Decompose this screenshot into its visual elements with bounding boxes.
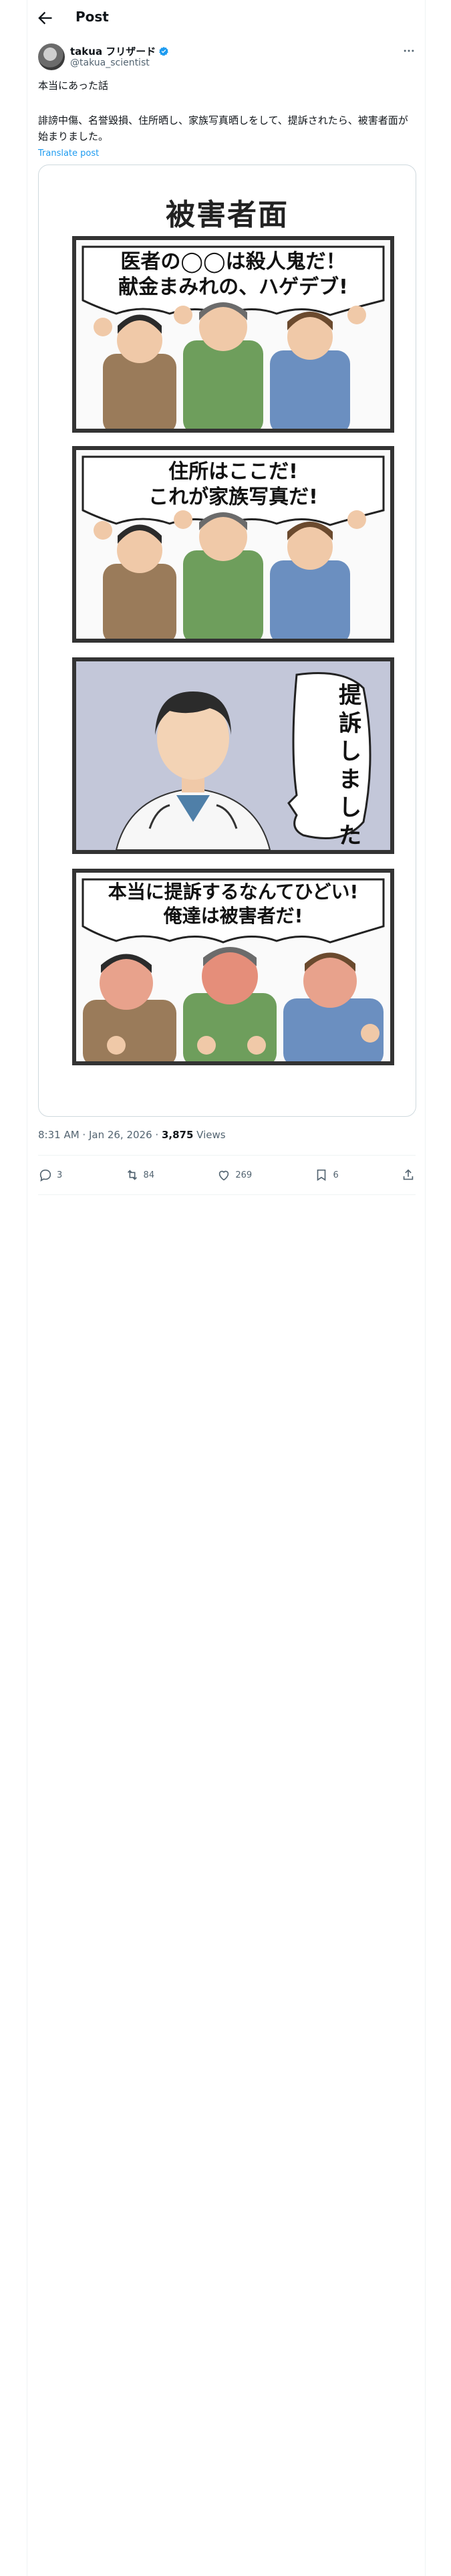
manga-title: 被害者面: [166, 198, 289, 232]
verified-badge-icon: [159, 46, 169, 56]
tweet-text-line1: 本当にあった話: [38, 80, 109, 92]
panel1-speech-line2: 献金まみれの、ハゲデブ!: [118, 276, 348, 299]
tweet-text-line2: 誹謗中傷、名誉毀損、住所晒し、家族写真晒しをして、提訴されたら、被害者面が始まり…: [38, 114, 408, 142]
like-count: 269: [235, 1170, 253, 1180]
author-handle[interactable]: @takua_scientist: [70, 58, 150, 68]
panel4-speech-line1: 本当に提訴するなんてひどい!: [108, 881, 359, 903]
share-button[interactable]: [401, 1168, 416, 1182]
post-timestamp[interactable]: 8:31 AM · Jan 26, 2026 ·: [38, 1129, 162, 1141]
reply-count: 3: [57, 1170, 63, 1180]
manga-panel-3: 提訴しました: [72, 657, 394, 854]
manga-image[interactable]: 被害者面 医者の◯◯は殺人鬼だ！ 献金まみれの、ハゲデブ! 住所はここだ! これ…: [38, 165, 416, 1117]
bookmark-icon: [317, 1169, 326, 1181]
post-meta: 8:31 AM · Jan 26, 2026 · 3,875 Views: [38, 1129, 226, 1141]
panel2-speech-line2: これが家族写真だ!: [148, 486, 318, 509]
manga-panel-2: 住所はここだ! これが家族写真だ!: [72, 446, 394, 643]
panel2-speech-line1: 住所はここだ!: [168, 460, 298, 484]
bookmark-button[interactable]: 6: [314, 1168, 339, 1182]
timeline-column: Post takua フリザード @takua_scientist 本当にあった…: [27, 0, 426, 2576]
reply-button[interactable]: 3: [38, 1168, 62, 1182]
repost-button[interactable]: 84: [125, 1168, 155, 1182]
post-header: Post: [27, 0, 426, 35]
like-button[interactable]: 269: [216, 1168, 252, 1182]
divider: [38, 1155, 416, 1156]
panel3-vertical-speech: 提訴しました: [339, 682, 361, 849]
manga-panel-4: 本当に提訴するなんてひどい! 俺達は被害者だ!: [72, 869, 394, 1065]
share-icon: [403, 1169, 414, 1180]
translate-link[interactable]: Translate post: [38, 148, 99, 158]
reply-icon: [39, 1169, 51, 1182]
action-bar: 3 84 269 6: [38, 1164, 416, 1186]
avatar[interactable]: [38, 43, 65, 70]
panel1-speech-line1: 医者の◯◯は殺人鬼だ！: [120, 250, 346, 274]
views-count: 3,875: [161, 1129, 194, 1141]
views-label: Views: [193, 1129, 226, 1141]
like-icon: [219, 1170, 229, 1181]
bookmark-count: 6: [333, 1170, 339, 1180]
repost-count: 84: [143, 1170, 155, 1180]
divider: [38, 1194, 416, 1195]
back-arrow-icon[interactable]: [35, 9, 54, 27]
repost-icon: [127, 1170, 137, 1180]
panel4-speech-line2: 俺達は被害者だ!: [163, 905, 303, 927]
page-title: Post: [76, 9, 109, 25]
author-name[interactable]: takua フリザード: [70, 44, 169, 58]
manga-panel-1: 医者の◯◯は殺人鬼だ！ 献金まみれの、ハゲデブ!: [72, 236, 394, 433]
display-name[interactable]: takua フリザード: [70, 44, 156, 58]
more-icon[interactable]: [402, 44, 416, 58]
